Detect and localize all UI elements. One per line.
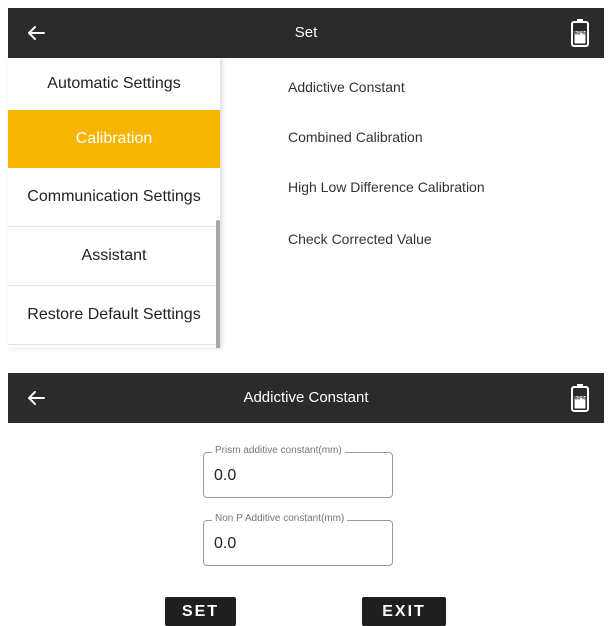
page-title: Addictive Constant — [243, 389, 369, 406]
sidebar-item-label: Communication Settings — [27, 188, 201, 205]
prism-additive-constant-field[interactable]: Prism additive constant(mm) — [203, 445, 393, 498]
non-p-additive-constant-field[interactable]: Non P Additive constant(mm) — [203, 513, 393, 566]
settings-sidebar: Automatic Settings Calibration Communica… — [8, 58, 220, 348]
battery-percent: 60% — [574, 396, 585, 402]
battery-percent: 60% — [574, 31, 585, 37]
prism-additive-constant-input[interactable] — [214, 467, 374, 485]
exit-button[interactable]: EXIT — [362, 597, 446, 626]
field-label: Prism additive constant(mm) — [212, 445, 345, 456]
set-button[interactable]: SET — [165, 597, 236, 626]
sidebar-item-assistant[interactable]: Assistant — [8, 227, 220, 286]
field-label: Non P Additive constant(mm) — [212, 513, 348, 524]
menu-item-combined-calibration[interactable]: Combined Calibration — [288, 122, 598, 152]
top-bar: Set 60% — [8, 8, 604, 58]
sidebar-item-label: Restore Default Settings — [27, 306, 201, 323]
page-title: Set — [294, 24, 318, 41]
menu-item-check-corrected-value[interactable]: Check Corrected Value — [288, 224, 598, 254]
battery-icon: 60% — [571, 19, 589, 47]
sidebar-item-label: Assistant — [81, 247, 147, 264]
battery-icon: 60% — [571, 384, 589, 412]
sidebar-item-communication-settings[interactable]: Communication Settings — [8, 168, 220, 227]
sidebar-item-label: Calibration — [75, 130, 153, 147]
sidebar-item-calibration[interactable]: Calibration — [8, 110, 220, 168]
non-p-additive-constant-input[interactable] — [214, 535, 374, 553]
sidebar-item-restore-default-settings[interactable]: Restore Default Settings — [8, 286, 220, 345]
settings-screen: Set 60% Automatic Settings Calibration C… — [8, 8, 604, 348]
top-bar: Addictive Constant 60% — [8, 373, 604, 423]
sidebar-item-label: Automatic Settings — [47, 75, 181, 92]
addictive-constant-screen: Addictive Constant 60% Prism additive co… — [8, 373, 604, 626]
menu-item-addictive-constant[interactable]: Addictive Constant — [288, 72, 598, 102]
sidebar-scrollbar[interactable] — [216, 220, 220, 348]
menu-item-high-low-difference-calibration[interactable]: High Low Difference Calibration — [288, 172, 598, 202]
sidebar-item-automatic-settings[interactable]: Automatic Settings — [8, 58, 220, 117]
